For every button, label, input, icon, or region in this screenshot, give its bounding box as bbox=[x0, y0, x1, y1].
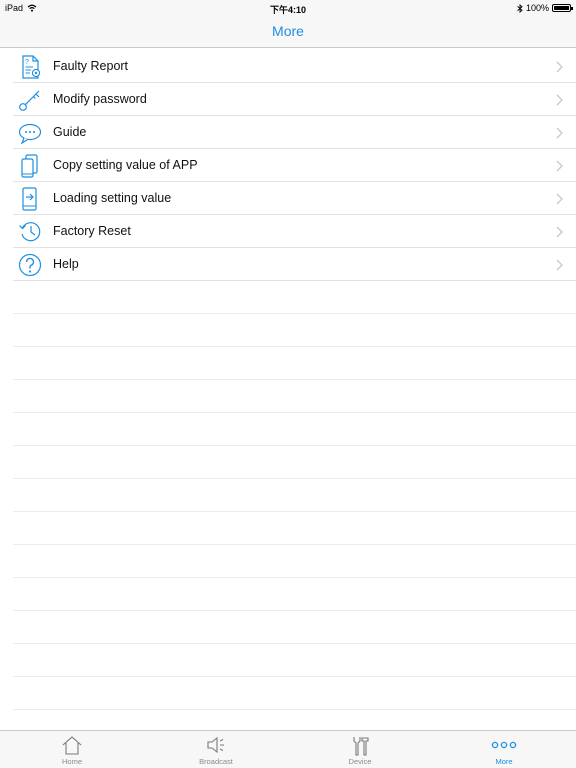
status-right: 100% bbox=[517, 3, 573, 13]
menu-item-label: Loading setting value bbox=[53, 191, 172, 205]
menu-item-factory-reset[interactable]: Factory Reset bbox=[13, 215, 576, 248]
empty-row bbox=[13, 413, 576, 446]
battery-percent: 100% bbox=[525, 3, 549, 13]
report-icon: ? bbox=[22, 55, 41, 79]
chevron-right-icon bbox=[556, 61, 563, 73]
empty-row bbox=[13, 347, 576, 380]
menu-item-modify-password[interactable]: Modify password bbox=[13, 83, 576, 116]
tab-home[interactable]: Home bbox=[0, 731, 144, 768]
empty-row bbox=[13, 446, 576, 479]
menu-item-copy-setting[interactable]: Copy setting value of APP bbox=[13, 149, 576, 182]
tab-broadcast[interactable]: Broadcast bbox=[144, 731, 288, 768]
empty-row bbox=[13, 545, 576, 578]
chat-bubble-icon bbox=[18, 123, 42, 145]
chevron-right-icon bbox=[556, 127, 563, 139]
chevron-right-icon bbox=[556, 259, 563, 271]
settings-list: ? Faulty Report Modify password Guide Co… bbox=[13, 50, 576, 710]
empty-row bbox=[13, 677, 576, 710]
navigation-bar: More bbox=[0, 16, 576, 48]
tools-icon bbox=[353, 737, 369, 756]
home-icon bbox=[62, 736, 82, 755]
chevron-right-icon bbox=[556, 226, 563, 238]
tab-label: Device bbox=[348, 757, 372, 766]
status-time: 下午4:10 bbox=[269, 5, 306, 15]
tab-label: More bbox=[495, 757, 513, 766]
tab-label: Home bbox=[61, 757, 82, 766]
menu-item-label: Faulty Report bbox=[53, 59, 129, 73]
empty-row bbox=[13, 578, 576, 611]
help-icon bbox=[18, 253, 42, 277]
empty-row bbox=[13, 512, 576, 545]
key-icon bbox=[19, 90, 40, 111]
load-device-icon bbox=[22, 187, 37, 211]
menu-item-guide[interactable]: Guide bbox=[13, 116, 576, 149]
tab-more[interactable]: More bbox=[432, 731, 576, 768]
menu-item-label: Help bbox=[53, 257, 79, 271]
battery-fill bbox=[554, 6, 569, 10]
more-dots-icon bbox=[491, 741, 517, 749]
empty-row bbox=[13, 281, 576, 314]
empty-row bbox=[13, 314, 576, 347]
menu-item-label: Copy setting value of APP bbox=[53, 158, 198, 172]
page-title: More bbox=[272, 23, 304, 39]
tab-bar: Home Broadcast Device More bbox=[0, 730, 576, 768]
menu-item-label: Modify password bbox=[53, 92, 147, 106]
empty-row bbox=[13, 611, 576, 644]
copy-devices-icon bbox=[21, 154, 38, 178]
empty-row bbox=[13, 380, 576, 413]
svg-text:?: ? bbox=[25, 59, 29, 66]
reset-clock-icon bbox=[19, 222, 41, 242]
chevron-right-icon bbox=[556, 193, 563, 205]
status-bar: iPad 下午4:10 100% bbox=[0, 0, 576, 16]
menu-item-loading-setting[interactable]: Loading setting value bbox=[13, 182, 576, 215]
chevron-right-icon bbox=[556, 160, 563, 172]
empty-row bbox=[13, 479, 576, 512]
menu-item-faulty-report[interactable]: ? Faulty Report bbox=[13, 50, 576, 83]
battery-icon bbox=[552, 4, 573, 12]
tab-device[interactable]: Device bbox=[288, 731, 432, 768]
bluetooth-icon bbox=[517, 3, 523, 13]
chevron-right-icon bbox=[556, 94, 563, 106]
menu-item-label: Guide bbox=[53, 125, 87, 139]
speaker-icon bbox=[207, 736, 224, 754]
menu-item-label: Factory Reset bbox=[53, 224, 131, 238]
tab-label: Broadcast bbox=[199, 757, 233, 766]
empty-row bbox=[13, 644, 576, 677]
menu-item-help[interactable]: Help bbox=[13, 248, 576, 281]
